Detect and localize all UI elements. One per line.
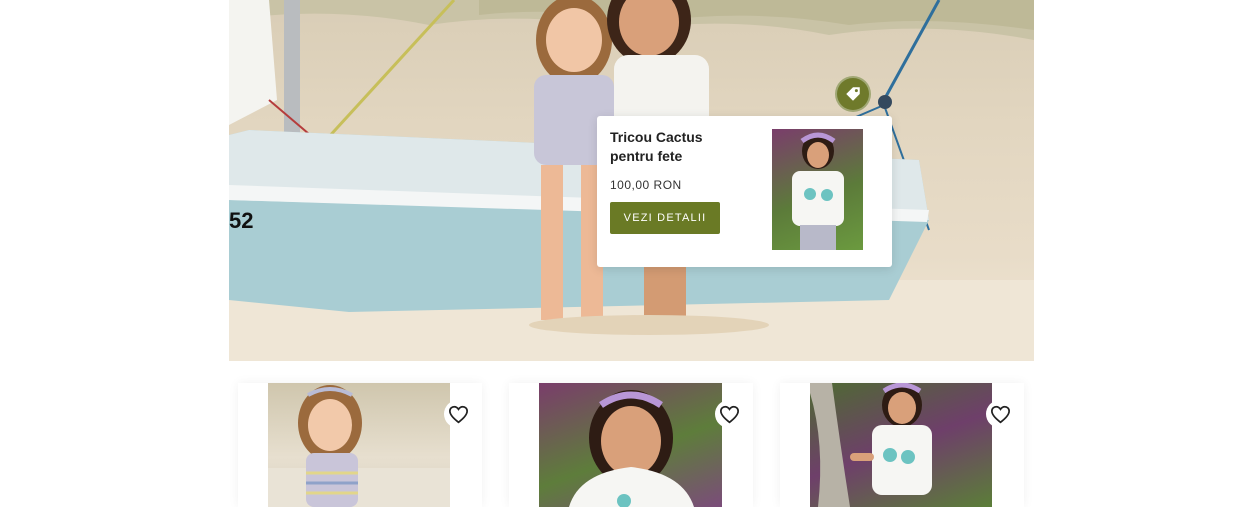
product-popup-card: Tricou Cactus pentru fete 100,00 RON VEZ… bbox=[597, 116, 892, 267]
product-photo-3-art bbox=[810, 383, 932, 507]
product-image-3[interactable] bbox=[810, 383, 992, 507]
product-popup-price: 100,00 RON bbox=[610, 178, 682, 192]
product-card-2[interactable] bbox=[509, 383, 753, 507]
product-card-3[interactable] bbox=[780, 383, 1024, 507]
product-photo-2-art bbox=[569, 390, 694, 507]
wishlist-button-2[interactable] bbox=[715, 400, 743, 428]
tag-icon bbox=[846, 87, 860, 101]
product-popup-thumbnail[interactable] bbox=[772, 129, 863, 250]
heart-icon bbox=[719, 405, 739, 423]
product-image-2[interactable] bbox=[539, 383, 722, 507]
product-hotspot-button[interactable] bbox=[835, 76, 871, 112]
product-photo-1-art bbox=[268, 385, 450, 507]
view-details-button[interactable]: VEZI DETALII bbox=[610, 202, 720, 234]
heart-icon bbox=[448, 405, 468, 423]
svg-text:52: 52 bbox=[229, 208, 253, 233]
heart-icon bbox=[990, 405, 1010, 423]
product-card-1[interactable] bbox=[238, 383, 482, 507]
product-popup-title[interactable]: Tricou Cactus pentru fete bbox=[610, 128, 740, 166]
hero-banner: 52 Tricou Cactus pentru fete 100,00 RON … bbox=[229, 0, 1034, 361]
product-image-1[interactable] bbox=[268, 383, 450, 507]
wishlist-button-3[interactable] bbox=[986, 400, 1014, 428]
girl-tshirt-image bbox=[792, 132, 844, 250]
wishlist-button-1[interactable] bbox=[444, 400, 472, 428]
